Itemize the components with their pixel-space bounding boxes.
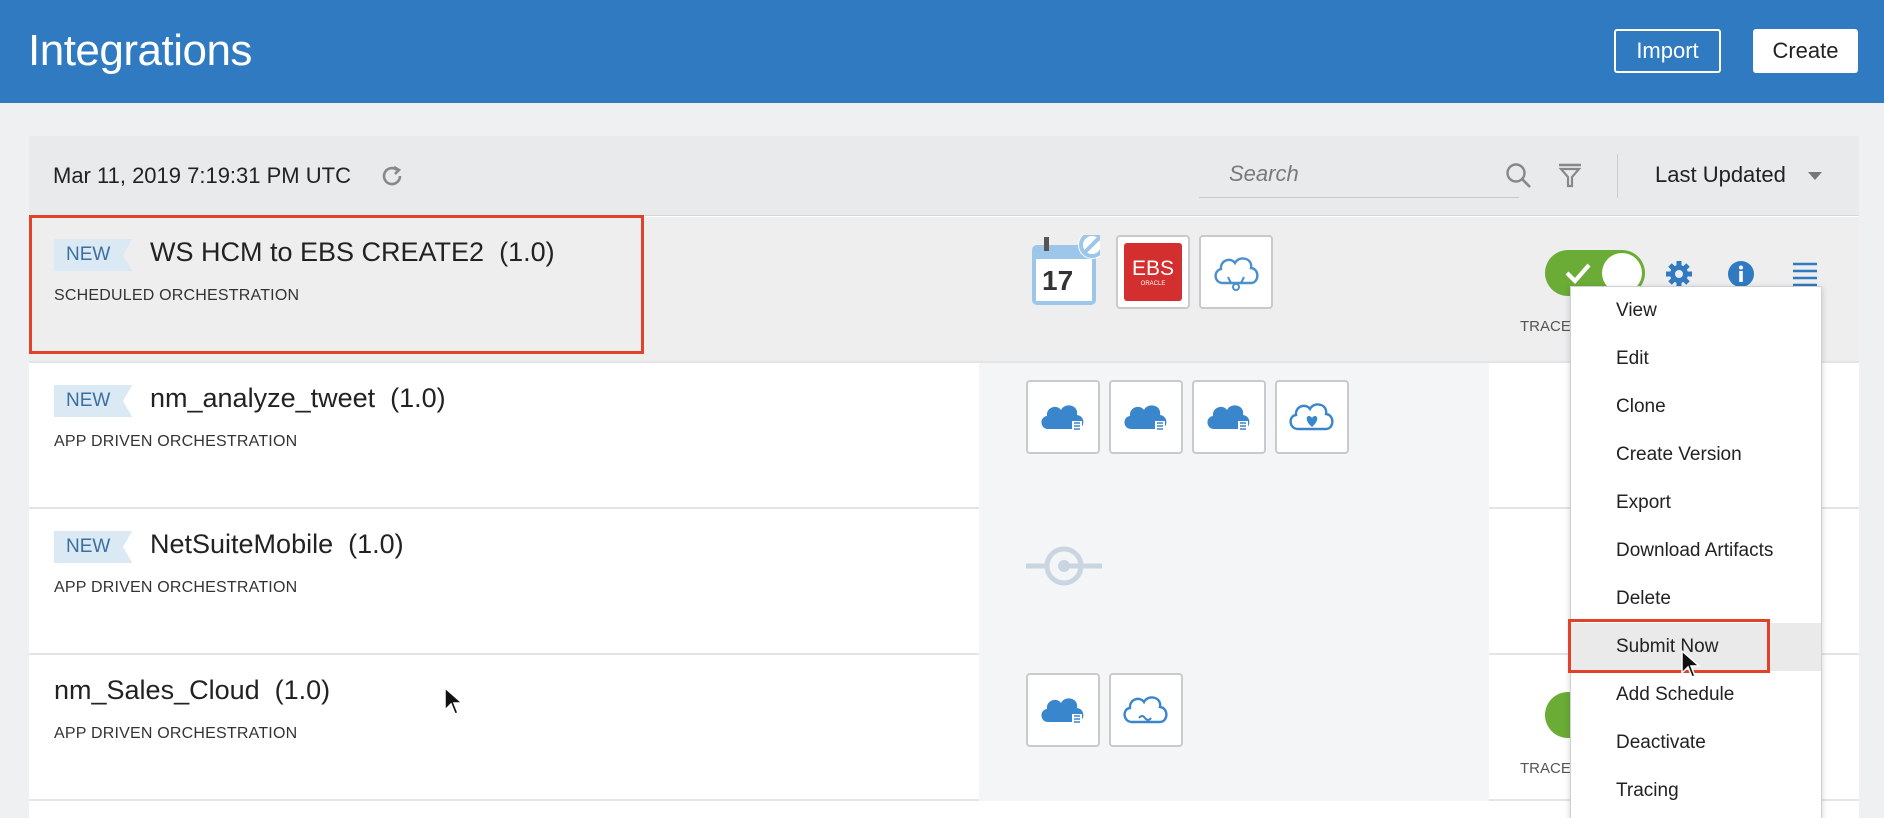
last-refresh-timestamp: Mar 11, 2019 7:19:31 PM UTC	[53, 163, 351, 188]
menu-item-tracing[interactable]: Tracing	[1571, 767, 1821, 815]
integration-name[interactable]: NetSuiteMobile (1.0)	[150, 529, 404, 560]
new-badge: NEW	[54, 385, 133, 417]
integration-name[interactable]: nm_Sales_Cloud (1.0)	[54, 675, 330, 706]
menu-item-clone[interactable]: Clone	[1571, 383, 1821, 431]
menu-item-delete[interactable]: Delete	[1571, 575, 1821, 623]
cloud-icon	[1214, 257, 1259, 291]
adapter-tile[interactable]	[1026, 380, 1100, 454]
menu-item-create-version[interactable]: Create Version	[1571, 431, 1821, 479]
cloud-adapter-tile[interactable]	[1199, 235, 1273, 309]
selection-highlight	[29, 215, 644, 354]
ebs-sublabel: ORACLE	[1140, 281, 1166, 287]
integration-type: APP DRIVEN ORCHESTRATION	[54, 725, 298, 742]
sort-dropdown[interactable]: Last Updated	[1655, 162, 1786, 188]
integration-type: APP DRIVEN ORCHESTRATION	[54, 579, 298, 596]
adapter-tile[interactable]	[1109, 380, 1183, 454]
submit-now-highlight	[1568, 619, 1770, 673]
create-button[interactable]: Create	[1753, 29, 1858, 73]
menu-item-view[interactable]: View	[1571, 287, 1821, 335]
ebs-adapter-tile[interactable]: EBS ORACLE	[1116, 235, 1190, 309]
schedule-calendar-icon[interactable]: 17	[1030, 231, 1106, 307]
cloud-adapter-icon	[1207, 405, 1250, 431]
adapter-tile[interactable]	[1275, 380, 1349, 454]
adapter-tile[interactable]	[1192, 380, 1266, 454]
import-button[interactable]: Import	[1614, 29, 1721, 73]
ebs-label: EBS	[1131, 257, 1175, 280]
menu-item-deactivate[interactable]: Deactivate	[1571, 719, 1821, 767]
search-input[interactable]	[1199, 154, 1469, 194]
check-icon	[1565, 263, 1591, 284]
menu-item-export[interactable]: Export	[1571, 479, 1821, 527]
mouse-cursor-icon	[444, 686, 464, 715]
cloud-adapter-icon	[1041, 405, 1084, 431]
cloud-outline-icon	[1123, 696, 1168, 724]
trace-label: TRACE	[1520, 318, 1571, 335]
adapter-tile[interactable]	[1109, 673, 1183, 747]
mouse-cursor-icon	[1681, 649, 1701, 678]
cloud-adapter-icon	[1041, 698, 1084, 724]
toolbar-divider	[1617, 154, 1618, 198]
top-bar: Integrations Import Create	[0, 0, 1884, 103]
search-box	[1199, 154, 1519, 198]
chevron-down-icon[interactable]	[1808, 172, 1822, 180]
search-icon[interactable]	[1503, 160, 1535, 192]
refresh-icon[interactable]	[378, 162, 406, 190]
integration-type: APP DRIVEN ORCHESTRATION	[54, 433, 298, 450]
menu-item-download-artifacts[interactable]: Download Artifacts	[1571, 527, 1821, 575]
adapter-tile[interactable]	[1026, 673, 1100, 747]
cloud-heart-icon	[1289, 403, 1334, 431]
menu-item-edit[interactable]: Edit	[1571, 335, 1821, 383]
ebs-logo-icon: EBS ORACLE	[1124, 243, 1182, 301]
new-badge: NEW	[54, 531, 133, 563]
actions-menu: View Edit Clone Create Version Export Do…	[1570, 286, 1822, 818]
calendar-day: 17	[1042, 265, 1074, 296]
rest-trigger-icon	[1026, 546, 1102, 586]
filter-icon[interactable]	[1554, 159, 1586, 191]
list-toolbar: Mar 11, 2019 7:19:31 PM UTC Last Updated	[29, 136, 1859, 216]
cloud-adapter-icon	[1124, 405, 1167, 431]
page-title: Integrations	[28, 26, 252, 75]
trace-label: TRACE	[1520, 760, 1571, 777]
integration-name[interactable]: nm_analyze_tweet (1.0)	[150, 383, 446, 414]
